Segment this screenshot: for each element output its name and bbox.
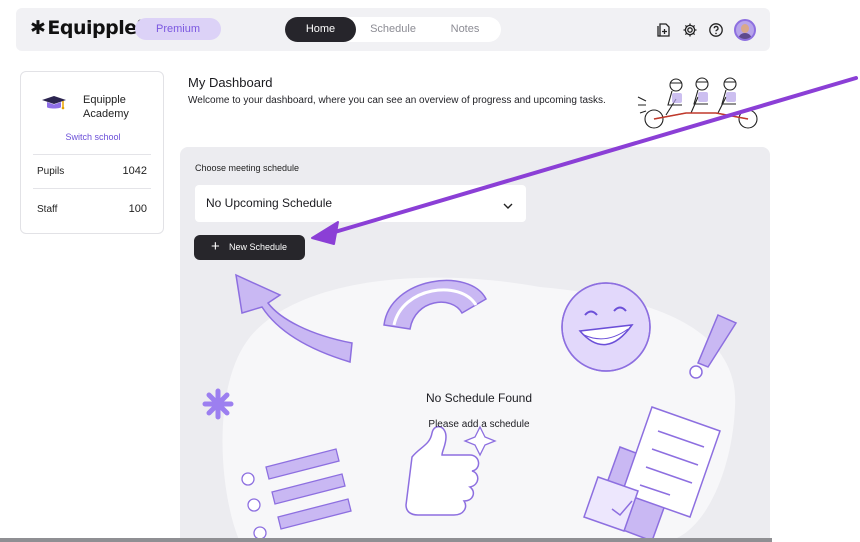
new-schedule-label: New Schedule <box>229 242 288 252</box>
cyclists-illustration <box>637 77 758 129</box>
app-window: ✱Equipple® Premium Home Schedule Notes <box>0 0 772 542</box>
avatar[interactable] <box>734 19 756 41</box>
page-title: My Dashboard <box>188 75 273 90</box>
divider <box>33 154 151 155</box>
schedule-select-value: No Upcoming Schedule <box>206 196 333 210</box>
plus-icon: + <box>211 238 220 255</box>
brand-name: Equipple <box>47 17 137 39</box>
schedule-select[interactable]: No Upcoming Schedule <box>195 185 526 222</box>
chevron-down-icon <box>502 198 514 209</box>
empty-state-title: No Schedule Found <box>425 391 533 405</box>
divider <box>33 188 151 189</box>
new-schedule-button[interactable]: + New Schedule <box>194 235 305 260</box>
page-subtitle: Welcome to your dashboard, where you can… <box>188 95 606 106</box>
switch-school-link[interactable]: Switch school <box>21 132 165 142</box>
school-card: Equipple Academy Switch school Pupils 10… <box>20 71 164 234</box>
pupils-label: Pupils <box>37 166 65 177</box>
help-icon[interactable] <box>708 22 724 38</box>
top-navbar: ✱Equipple® Premium Home Schedule Notes <box>16 8 770 51</box>
brand-logo[interactable]: ✱Equipple® <box>30 17 145 39</box>
empty-state-subtitle: Please add a schedule <box>428 419 530 430</box>
tab-notes[interactable]: Notes <box>429 17 501 42</box>
gear-icon[interactable] <box>682 22 698 38</box>
page: ✱Equipple® Premium Home Schedule Notes <box>0 0 860 542</box>
staff-count: 100 <box>128 203 147 215</box>
premium-badge[interactable]: Premium <box>135 18 221 40</box>
schedule-panel: Choose meeting schedule No Upcoming Sche… <box>180 147 770 542</box>
main-tabs: Home Schedule Notes <box>285 17 501 42</box>
choose-schedule-label: Choose meeting schedule <box>195 163 300 173</box>
graduation-cap-icon <box>41 94 67 112</box>
staff-label: Staff <box>37 204 58 215</box>
pupils-count: 1042 <box>122 165 147 177</box>
toolbar-icons <box>656 19 756 41</box>
tab-schedule[interactable]: Schedule <box>357 17 429 42</box>
asterisk-logo-icon: ✱ <box>30 17 46 39</box>
school-name: Equipple Academy <box>83 94 129 120</box>
horizontal-scrollbar[interactable] <box>0 538 772 542</box>
add-document-icon[interactable] <box>656 22 672 38</box>
tab-home[interactable]: Home <box>285 17 356 42</box>
